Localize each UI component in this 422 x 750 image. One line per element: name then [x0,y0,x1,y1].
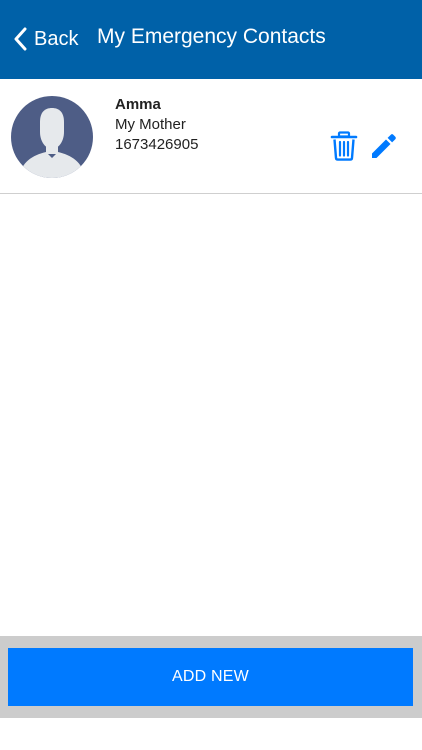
back-button[interactable]: Back [10,22,78,56]
trash-icon[interactable] [330,131,358,161]
page-title: My Emergency Contacts [97,25,326,48]
add-new-button[interactable]: ADD NEW [8,648,413,706]
app-header: Back My Emergency Contacts [0,0,422,79]
chevron-left-icon [10,26,30,52]
contact-relation: My Mother [115,116,186,133]
contact-name: Amma [115,96,161,113]
contact-details: Amma My Mother 1673426905 [115,95,198,155]
contact-list-item[interactable]: Amma My Mother 1673426905 [0,79,422,194]
default-person-avatar-icon [11,96,93,178]
contact-phone: 1673426905 [115,136,199,153]
back-label: Back [34,28,79,50]
pencil-icon[interactable] [369,131,399,161]
bottom-action-bar: ADD NEW [0,636,422,718]
